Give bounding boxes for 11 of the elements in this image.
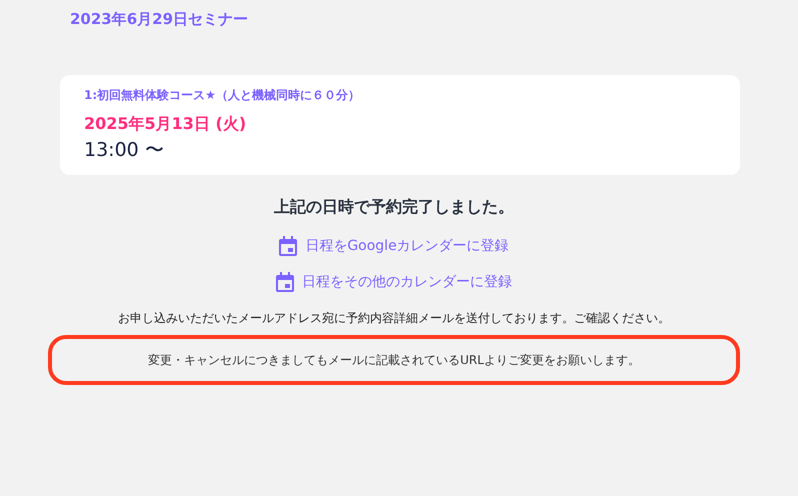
course-name: 1:初回無料体験コース★（人と機械同時に６０分） (84, 87, 360, 104)
seminar-title: 2023年6月29日セミナー (70, 10, 248, 29)
change-notice: 変更・キャンセルにつきましてもメールに記載されているURLよりご変更をお願いします。 (148, 352, 640, 368)
calendar-icon (276, 272, 294, 292)
calendar-icon (279, 236, 298, 256)
calendar-link[interactable]: 日程をその他のカレンダーに登録 (276, 272, 512, 292)
calendar-link[interactable]: 日程をGoogleカレンダーに登録 (279, 236, 509, 256)
booking-date: 2025年5月13日 (火) (84, 114, 246, 135)
email-notice: お申し込みいただいたメールアドレス宛に予約内容詳細メールを送付しております。ご確認ください。 (118, 310, 670, 327)
booking-time: 13:00 〜 (84, 138, 164, 163)
confirmation-message: 上記の日時で予約完了しました。 (274, 197, 514, 218)
